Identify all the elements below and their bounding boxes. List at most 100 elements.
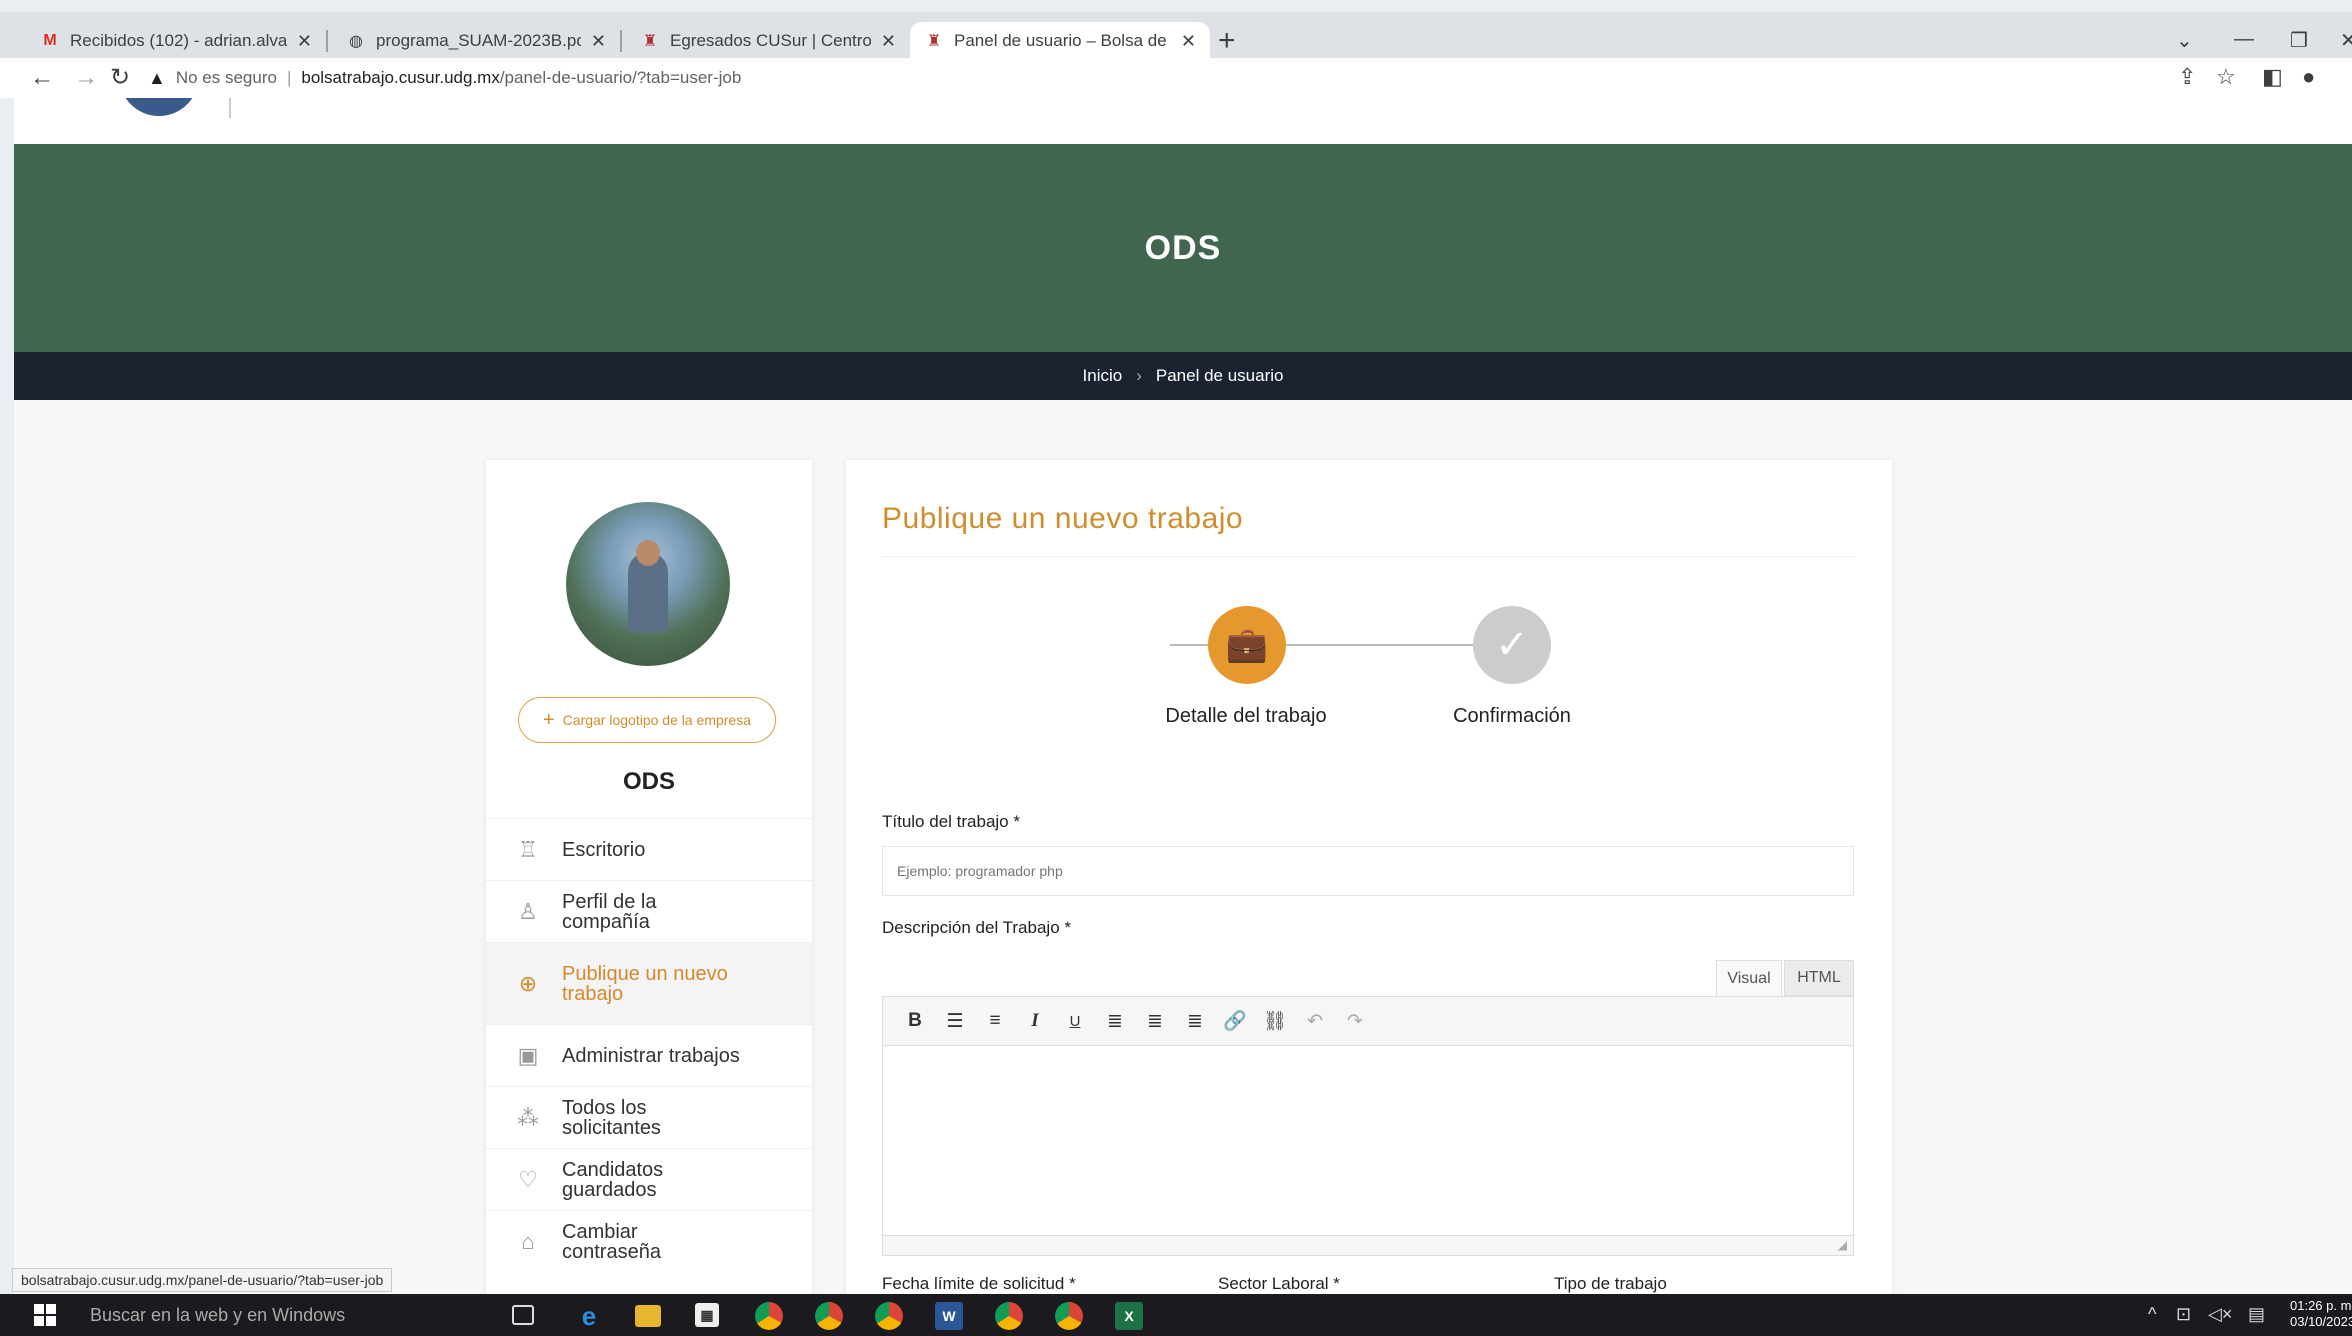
site-logo[interactable] bbox=[119, 98, 199, 116]
user-sidebar: + Cargar logotipo de la empresa ODS ♖ Es… bbox=[486, 460, 812, 1294]
align-left-icon[interactable]: ≣ bbox=[1095, 1010, 1135, 1033]
sidebar-item-perfil[interactable]: ♙ Perfil de la compañía bbox=[486, 880, 812, 942]
breadcrumb-home[interactable]: Inicio bbox=[1083, 366, 1123, 386]
file-explorer-icon[interactable] bbox=[635, 1305, 661, 1327]
unlink-icon[interactable]: ⛓ bbox=[1255, 1009, 1295, 1033]
chrome-icon[interactable] bbox=[875, 1302, 903, 1330]
notifications-icon[interactable]: ▤ bbox=[2248, 1304, 2265, 1325]
volume-icon[interactable]: ◁× bbox=[2208, 1304, 2232, 1325]
url-host: bolsatrabajo.cusur.udg.mx bbox=[301, 68, 500, 87]
browser-tab-egresados[interactable]: ♜ Egresados CUSur | Centro Unive ✕ bbox=[626, 22, 910, 60]
sidebar-item-label: Todos los solicitantes bbox=[562, 1096, 661, 1139]
redo-icon[interactable]: ↷ bbox=[1335, 1010, 1375, 1033]
description-editor[interactable] bbox=[882, 1046, 1854, 1236]
sidebar-item-candidatos[interactable]: ♡ Candidatos guardados bbox=[486, 1148, 812, 1210]
tab-title: programa_SUAM-2023B.pdf bbox=[376, 31, 581, 50]
dashboard-icon: ♖ bbox=[518, 836, 538, 862]
briefcase-clock-icon: 💼 bbox=[1225, 626, 1269, 664]
web-page: ODS Inicio › Panel de usuario + Cargar l… bbox=[14, 98, 2352, 1294]
chrome-icon[interactable] bbox=[755, 1302, 783, 1330]
profile-avatar-icon[interactable]: ● bbox=[2302, 64, 2315, 90]
bold-icon[interactable]: B bbox=[895, 1010, 935, 1032]
underline-icon[interactable]: U bbox=[1055, 1013, 1095, 1030]
url-field[interactable]: ▲ No es seguro | bolsatrabajo.cusur.udg.… bbox=[148, 62, 2178, 94]
tab-divider bbox=[326, 30, 328, 52]
chrome-icon[interactable] bbox=[1055, 1302, 1083, 1330]
align-right-icon[interactable]: ≣ bbox=[1175, 1010, 1215, 1033]
taskbar-search[interactable]: Buscar en la web y en Windows bbox=[90, 1294, 345, 1336]
job-title-input[interactable] bbox=[882, 846, 1854, 896]
users-icon: ⁂ bbox=[517, 1104, 539, 1130]
task-view-icon[interactable] bbox=[512, 1305, 534, 1325]
back-icon[interactable]: ← bbox=[30, 64, 54, 92]
taskbar-clock[interactable]: 01:26 p. m. 03/10/2023 bbox=[2290, 1298, 2352, 1330]
bookmark-star-icon[interactable]: ☆ bbox=[2216, 64, 2236, 90]
job-title-label: Título del trabajo * bbox=[882, 812, 1020, 831]
sidebar-item-publicar[interactable]: ⊕ Publique un nuevo trabajo bbox=[486, 942, 812, 1024]
network-icon[interactable]: ⊡ bbox=[2176, 1304, 2191, 1325]
close-tab-icon[interactable]: ✕ bbox=[297, 31, 312, 52]
restore-icon[interactable]: ❐ bbox=[2290, 28, 2308, 53]
sidebar-item-label: Perfil de la compañía bbox=[562, 890, 657, 933]
link-icon[interactable]: 🔗 bbox=[1215, 1009, 1255, 1033]
gmail-icon: M bbox=[43, 32, 57, 49]
step-label: Detalle del trabajo bbox=[1165, 705, 1327, 727]
editor-tab-visual[interactable]: Visual bbox=[1716, 960, 1782, 996]
close-tab-icon[interactable]: ✕ bbox=[1181, 31, 1196, 52]
sidebar-menu: ♖ Escritorio ♙ Perfil de la compañía ⊕ P… bbox=[486, 818, 812, 1272]
excel-icon[interactable]: X bbox=[1115, 1302, 1143, 1330]
browser-tab-gmail[interactable]: M Recibidos (102) - adrian.alvarez ✕ bbox=[26, 22, 326, 60]
browser-tab-panel[interactable]: ♜ Panel de usuario – Bolsa de trab ✕ bbox=[910, 22, 1210, 60]
numbered-list-icon[interactable]: ≡ bbox=[975, 1010, 1015, 1032]
share-icon[interactable]: ⇪ bbox=[2178, 64, 2196, 90]
upload-logo-button[interactable]: + Cargar logotipo de la empresa bbox=[518, 697, 776, 743]
site-header bbox=[14, 98, 2352, 144]
step-connector bbox=[1170, 644, 1210, 646]
chrome-icon[interactable] bbox=[995, 1302, 1023, 1330]
editor-statusbar: ◢ bbox=[882, 1236, 1854, 1256]
side-panel-icon[interactable]: ◧ bbox=[2262, 64, 2283, 90]
step-connector bbox=[1286, 644, 1474, 646]
chrome-icon[interactable] bbox=[815, 1302, 843, 1330]
sidebar-item-escritorio[interactable]: ♖ Escritorio bbox=[486, 818, 812, 880]
sidebar-item-contrasena[interactable]: ⌂ Cambiar contraseña bbox=[486, 1210, 812, 1272]
breadcrumb: Inicio › Panel de usuario bbox=[14, 352, 2352, 400]
minimize-icon[interactable]: — bbox=[2234, 28, 2254, 51]
udg-icon: ♜ bbox=[926, 33, 942, 50]
avatar-head-shape bbox=[636, 540, 660, 566]
word-icon[interactable]: W bbox=[935, 1302, 963, 1330]
store-icon[interactable]: ▦ bbox=[695, 1303, 719, 1327]
header-divider bbox=[229, 98, 231, 118]
job-description-label: Descripción del Trabajo * bbox=[882, 918, 1071, 937]
step-label: Confirmación bbox=[1453, 705, 1571, 727]
reload-icon[interactable]: ↻ bbox=[110, 64, 130, 92]
editor-tab-html[interactable]: HTML bbox=[1784, 960, 1854, 996]
url-path: /panel-de-usuario/?tab=user-job bbox=[499, 68, 742, 87]
close-tab-icon[interactable]: ✕ bbox=[591, 31, 606, 52]
new-tab-button[interactable]: + bbox=[1218, 26, 1236, 56]
sidebar-item-solicitantes[interactable]: ⁂ Todos los solicitantes bbox=[486, 1086, 812, 1148]
forward-icon[interactable]: → bbox=[74, 64, 98, 92]
windows-start-icon[interactable] bbox=[34, 1304, 56, 1326]
udg-icon: ♜ bbox=[642, 33, 658, 50]
close-tab-icon[interactable]: ✕ bbox=[881, 31, 896, 52]
italic-icon[interactable]: I bbox=[1015, 1010, 1055, 1032]
tray-chevron-icon[interactable]: ^ bbox=[2148, 1304, 2156, 1325]
post-job-card: Publique un nuevo trabajo 💼 ✓ Detalle de… bbox=[846, 460, 1892, 1294]
undo-icon[interactable]: ↶ bbox=[1295, 1010, 1335, 1033]
close-window-icon[interactable]: ✕ bbox=[2340, 28, 2352, 53]
lock-icon: ⌂ bbox=[521, 1228, 535, 1254]
tab-title: Panel de usuario – Bolsa de trab bbox=[954, 31, 1171, 50]
edge-browser-icon[interactable]: e bbox=[575, 1301, 603, 1331]
browser-tab-pdf[interactable]: ◍ programa_SUAM-2023B.pdf ✕ bbox=[332, 22, 620, 60]
bullet-list-icon[interactable]: ☰ bbox=[935, 1010, 975, 1033]
plus-circle-icon: ⊕ bbox=[518, 970, 538, 996]
align-center-icon[interactable]: ≣ bbox=[1135, 1010, 1175, 1033]
tab-search-icon[interactable]: ⌄ bbox=[2176, 28, 2193, 53]
checkmark-icon: ✓ bbox=[1495, 623, 1529, 667]
page-hero: ODS bbox=[14, 144, 2352, 352]
sidebar-item-administrar[interactable]: ▣ Administrar trabajos bbox=[486, 1024, 812, 1086]
briefcase-icon: ▣ bbox=[517, 1042, 539, 1068]
step-confirmation: ✓ bbox=[1473, 606, 1551, 684]
resize-grip-icon[interactable]: ◢ bbox=[1838, 1238, 1847, 1252]
